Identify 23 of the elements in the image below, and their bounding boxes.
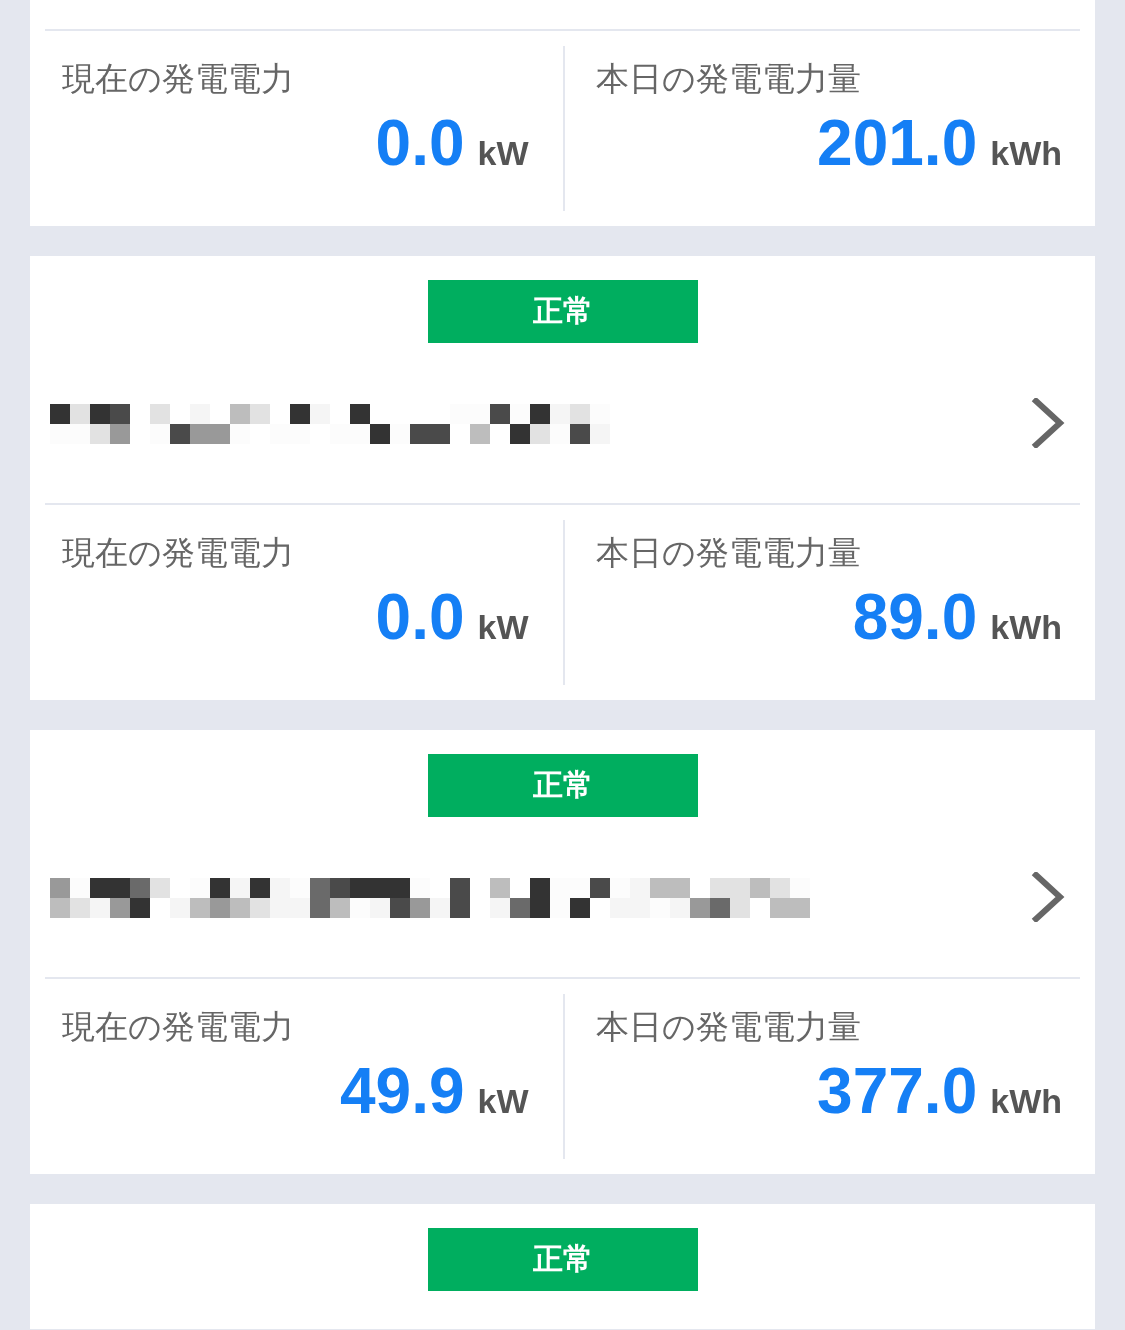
metric-label: 現在の発電電力	[62, 58, 294, 100]
metric-unit: kW	[477, 133, 529, 173]
metric-value: 89.0	[852, 580, 978, 655]
metric-unit: kW	[477, 607, 529, 647]
metric-label: 本日の発電電力量	[595, 1006, 861, 1048]
metric-label: 現在の発電電力	[62, 532, 294, 574]
metric-label: 現在の発電電力	[62, 1006, 294, 1048]
metric-value: 377.0	[817, 1054, 978, 1129]
metric-value: 0.0	[375, 106, 465, 181]
status-badge: 正常	[427, 280, 698, 343]
metric-value: 0.0	[375, 580, 465, 655]
metric-value: 201.0	[817, 106, 978, 181]
metric-unit: kWh	[990, 1081, 1062, 1121]
status-badge: 正常	[427, 754, 698, 817]
metric-unit: kWh	[990, 133, 1062, 173]
metric-label: 本日の発電電力量	[595, 58, 861, 100]
metric-label: 本日の発電電力量	[595, 532, 861, 574]
status-badge: 正常	[427, 1228, 698, 1291]
chevron-right-icon[interactable]	[1031, 398, 1065, 448]
metric-value: 49.9	[339, 1054, 465, 1129]
chevron-right-icon[interactable]	[1031, 872, 1065, 922]
metric-unit: kW	[477, 1081, 529, 1121]
metric-unit: kWh	[990, 607, 1062, 647]
